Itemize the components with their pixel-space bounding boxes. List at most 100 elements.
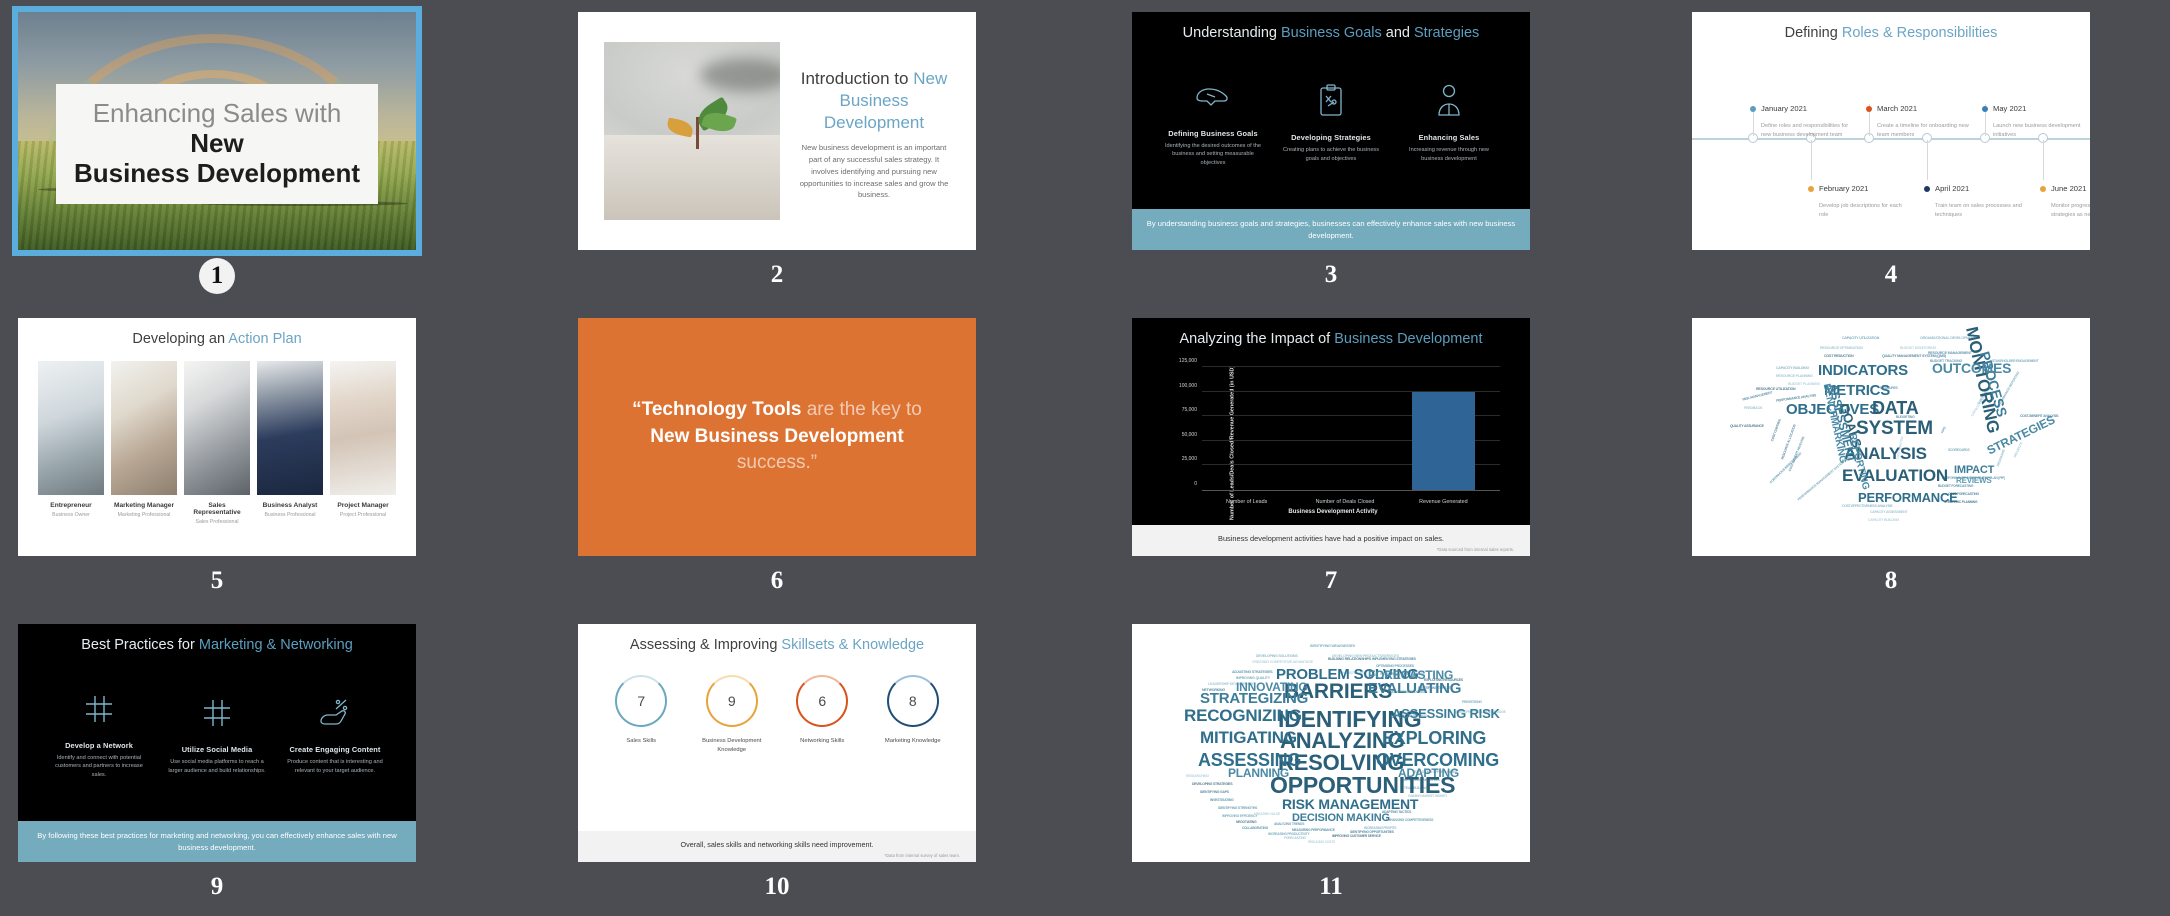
- person-role: Business Owner: [52, 512, 90, 518]
- word-cloud-word: KPIS: [1940, 426, 1947, 434]
- slide10-layout: Assessing & Improving Skillsets & Knowle…: [578, 624, 976, 862]
- slide-cell-1[interactable]: Enhancing Sales with New Business Develo…: [12, 6, 422, 294]
- slide-thumbnail-1[interactable]: Enhancing Sales with New Business Develo…: [12, 6, 422, 256]
- slide3-col-heading: Enhancing Sales: [1418, 133, 1480, 143]
- word-cloud-word: PRIORITIZING: [1462, 700, 1482, 704]
- slide-canvas-6[interactable]: “Technology Tools are the key to New Bus…: [578, 318, 976, 556]
- word-cloud-word: IDENTIFYING OPPORTUNITIES: [1350, 830, 1394, 834]
- slide9-col-text: Identify and connect with potential cust…: [55, 755, 143, 778]
- slide-number-1[interactable]: 1: [18, 258, 416, 294]
- slide-cell-3[interactable]: Understanding Business Goals and Strateg…: [1132, 12, 1530, 292]
- slide3-layout: Understanding Business Goals and Strateg…: [1132, 12, 1530, 250]
- timeline-event: February 2021 Develop job descriptions f…: [1808, 180, 1912, 220]
- slide-cell-6[interactable]: “Technology Tools are the key to New Bus…: [578, 318, 976, 598]
- sprout-photo: [604, 42, 780, 220]
- timeline-event: March 2021 Create a timeline for onboard…: [1866, 100, 1970, 140]
- chart-gridline: [1202, 366, 1500, 367]
- slide-number-6[interactable]: 6: [578, 564, 976, 598]
- score-ring: 9: [705, 675, 758, 727]
- word-cloud-word: EVALUATING: [1368, 680, 1462, 697]
- word-cloud-word: SYSTEM: [1856, 418, 1933, 439]
- slide-cell-4[interactable]: Defining Roles & Responsibilities Januar…: [1692, 12, 2090, 292]
- word-cloud-word: CREATING COMPETITIVE ADVANTAGE: [1252, 660, 1313, 664]
- slide-cell-10[interactable]: Assessing & Improving Skillsets & Knowle…: [578, 624, 976, 904]
- slide-number-8[interactable]: 8: [1692, 564, 2090, 598]
- person-card: Project Manager Project Professional: [330, 361, 396, 525]
- slide-number-11[interactable]: 11: [1132, 870, 1530, 904]
- slide-number-7[interactable]: 7: [1132, 564, 1530, 598]
- chart-y-tick: 100,000: [1178, 382, 1197, 389]
- person-photo: [330, 361, 396, 495]
- slide-canvas-10[interactable]: Assessing & Improving Skillsets & Knowle…: [578, 624, 976, 862]
- word-cloud-word: CAPACITY UTILIZATION: [1842, 336, 1880, 340]
- timeline-connector: [1927, 140, 1928, 180]
- slide-canvas-4[interactable]: Defining Roles & Responsibilities Januar…: [1692, 12, 2090, 250]
- quote-text: “Technology Tools are the key to New Bus…: [632, 398, 922, 474]
- slide-number-10[interactable]: 10: [578, 870, 976, 904]
- score-item: 8 Marketing Knowledge: [871, 675, 954, 746]
- chart-y-tick: 50,000: [1181, 431, 1197, 438]
- score-ring: 7: [615, 675, 668, 727]
- slide-number-9[interactable]: 9: [18, 870, 416, 904]
- person-role: Marketing Professional: [117, 512, 171, 518]
- slide9-column: Utilize Social Media Use social media pl…: [162, 693, 272, 775]
- slide-cell-9[interactable]: Best Practices for Marketing & Networkin…: [18, 624, 416, 904]
- slide9-col-text: Use social media platforms to reach a la…: [168, 759, 266, 774]
- slide3-col-heading: Developing Strategies: [1291, 133, 1371, 143]
- word-cloud-word: EXPLORING: [1382, 728, 1487, 748]
- slide-cell-8[interactable]: CAPACITY UTILIZATION ORGANIZATIONAL DEVEL…: [1692, 318, 2090, 598]
- score-item: 6 Networking Skills: [781, 675, 864, 746]
- slide6-layout: “Technology Tools are the key to New Bus…: [578, 318, 976, 556]
- word-cloud-word: ADJUSTING STRATEGIES: [1232, 670, 1273, 674]
- slide5-title: Developing an Action Plan: [132, 331, 302, 347]
- word-cloud-word: MITIGATING: [1200, 728, 1297, 747]
- slide2-layout: Introduction to New Business Development…: [578, 12, 976, 250]
- person-name: Sales Representative: [193, 502, 241, 516]
- chart-x-tick: Number of Deals Closed: [1315, 499, 1375, 505]
- slide-number-2[interactable]: 2: [578, 258, 976, 292]
- chart-x-tick: Number of Leads: [1226, 499, 1268, 505]
- photo-sand: [604, 134, 780, 220]
- slide-canvas-9[interactable]: Best Practices for Marketing & Networkin…: [18, 624, 416, 862]
- person-photo: [111, 361, 177, 495]
- slide9-col-heading: Utilize Social Media: [181, 745, 253, 755]
- word-cloud-word: IMPROVING EFFICIENCY: [1222, 814, 1258, 818]
- timeline-dot: [1808, 185, 1814, 192]
- slide-cell-7[interactable]: Analyzing the Impact of Business Develop…: [1132, 318, 1530, 598]
- slide7-footer-message: Business development activities have had…: [1218, 534, 1444, 543]
- slide4-layout: Defining Roles & Responsibilities Januar…: [1692, 12, 2090, 250]
- slide-canvas-3[interactable]: Understanding Business Goals and Strateg…: [1132, 12, 1530, 250]
- score-item: 9 Business Development Knowledge: [690, 675, 773, 755]
- timeline-event: April 2021 Train team on sales processes…: [1924, 180, 2028, 220]
- score-label: Networking Skills: [800, 738, 845, 744]
- slide9-column: Develop a Network Identify and connect w…: [44, 689, 154, 779]
- word-cloud-word: DECISION MAKING: [1292, 812, 1390, 824]
- word-cloud-word: RECOGNIZING: [1184, 706, 1302, 725]
- timeline-event-text: Launch new business development initiati…: [1993, 123, 2081, 138]
- slide-number-5[interactable]: 5: [18, 564, 416, 598]
- timeline-event-text: Create a timeline for onboarding new tea…: [1877, 123, 1969, 138]
- slide-number-4[interactable]: 4: [1692, 258, 2090, 292]
- slide-cell-2[interactable]: Introduction to New Business Development…: [578, 12, 976, 292]
- slide9-column: Create Engaging Content Produce content …: [280, 693, 390, 775]
- person-photo: [38, 361, 104, 495]
- slide-number-3[interactable]: 3: [1132, 258, 1530, 292]
- person-card: Sales Representative Sales Professional: [184, 361, 250, 525]
- slide-canvas-5[interactable]: Developing an Action Plan Entrepreneur B…: [18, 318, 416, 556]
- person-name: Business Analyst: [262, 502, 318, 509]
- word-cloud-word: IMPLEMENTING STRATEGIES: [1372, 657, 1416, 661]
- slide-canvas-11[interactable]: IDENTIFYING WEAKNESSES DEVELOPING SOLUTIO…: [1132, 624, 1530, 862]
- slide-canvas-2[interactable]: Introduction to New Business Development…: [578, 12, 976, 250]
- person-role: Business Professional: [264, 512, 316, 518]
- word-cloud-word: REDUCING COSTS: [1308, 840, 1336, 844]
- slide-cell-11[interactable]: IDENTIFYING WEAKNESSES DEVELOPING SOLUTIO…: [1132, 624, 1530, 904]
- score-label: Sales Skills: [626, 738, 657, 744]
- slide-cell-5[interactable]: Developing an Action Plan Entrepreneur B…: [18, 318, 416, 598]
- slide3-col-heading: Defining Business Goals: [1168, 129, 1258, 139]
- word-cloud-word: DATA: [1872, 398, 1919, 418]
- slide-canvas-7[interactable]: Analyzing the Impact of Business Develop…: [1132, 318, 1530, 556]
- slide-canvas-8[interactable]: CAPACITY UTILIZATION ORGANIZATIONAL DEVEL…: [1692, 318, 2090, 556]
- word-cloud-word: PLANNING: [1228, 766, 1290, 780]
- slide10-footnote: *Data from internal survey of sales team…: [884, 853, 960, 858]
- title-line-2: Business Development: [73, 158, 361, 189]
